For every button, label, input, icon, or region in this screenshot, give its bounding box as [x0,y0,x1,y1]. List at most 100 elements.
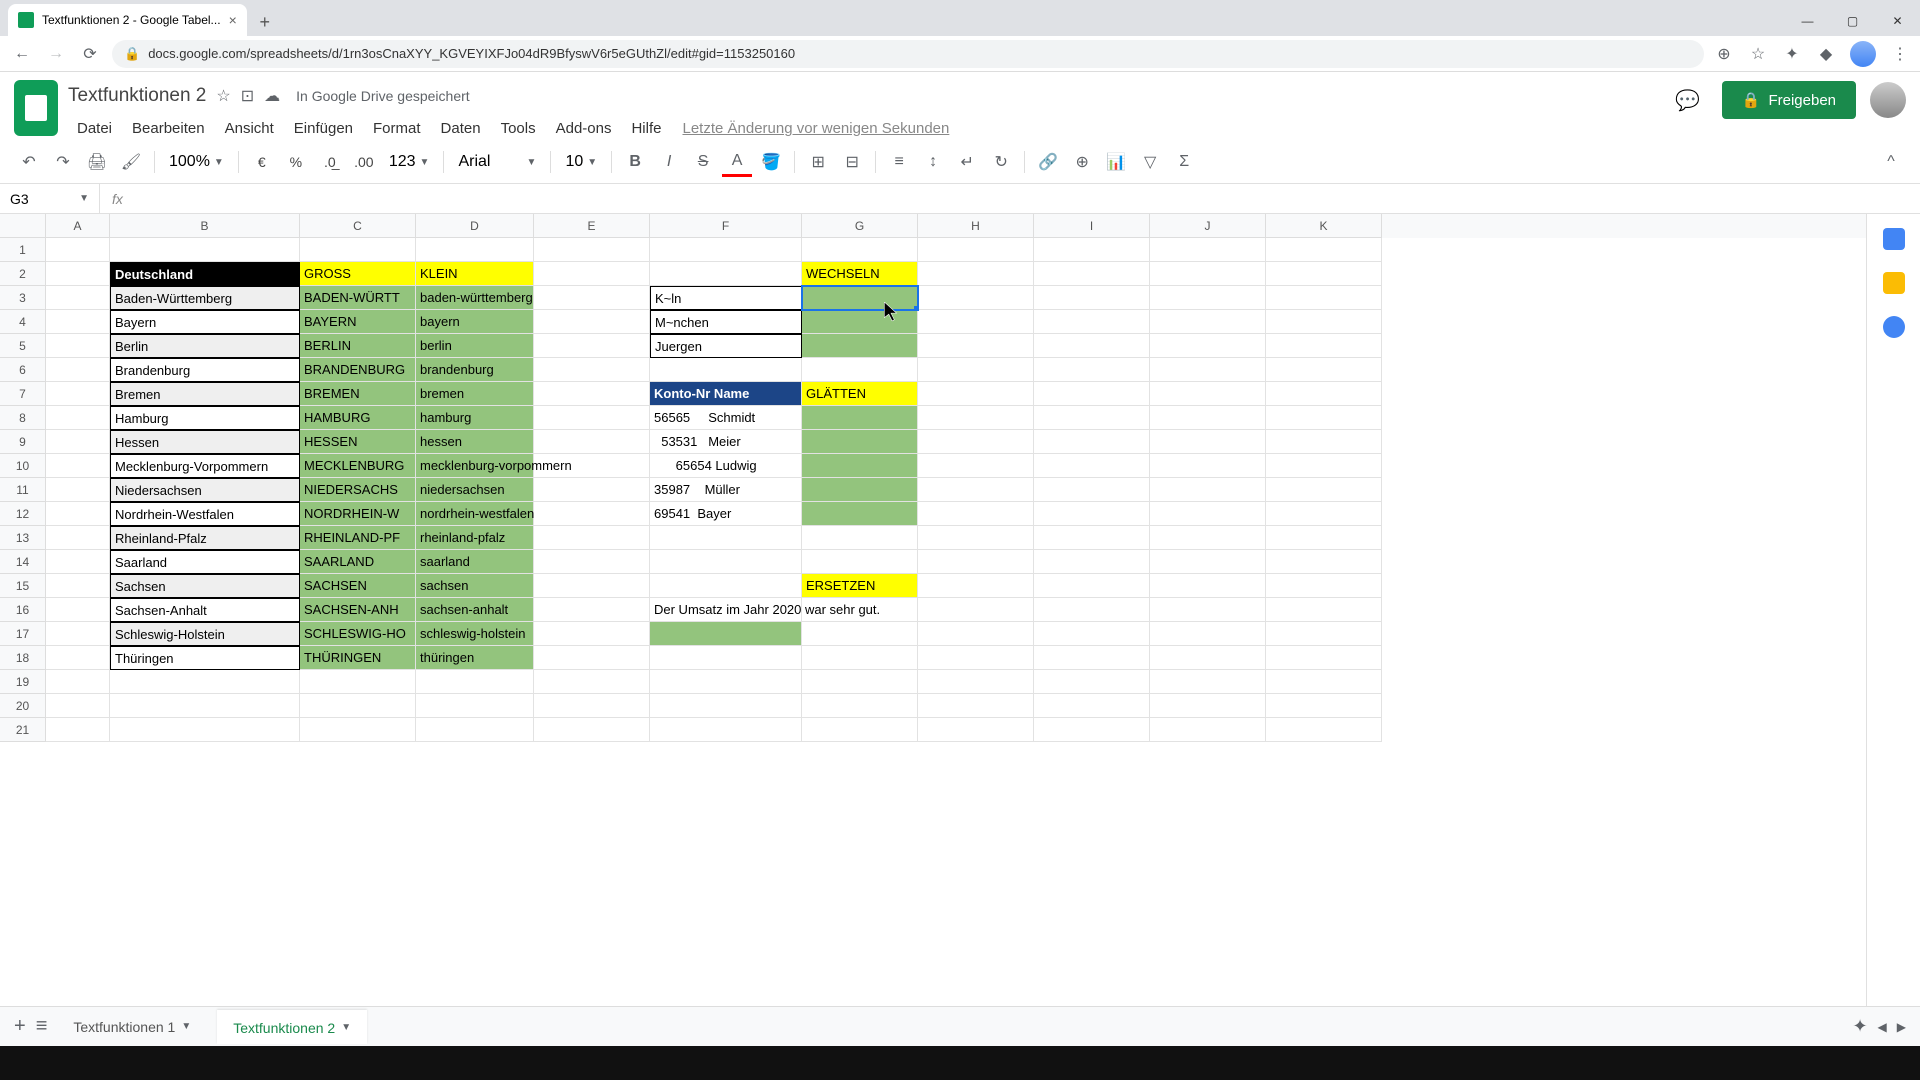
cell[interactable] [46,550,110,574]
cell[interactable]: Brandenburg [110,358,300,382]
col-header[interactable]: H [918,214,1034,238]
cell[interactable] [534,718,650,742]
cell[interactable] [802,622,918,646]
undo-button[interactable]: ↶ [14,147,44,177]
cell[interactable] [1034,670,1150,694]
cell[interactable] [802,358,918,382]
cell[interactable] [1266,454,1382,478]
cell[interactable] [1266,430,1382,454]
cell[interactable] [650,622,802,646]
col-header[interactable]: A [46,214,110,238]
cell[interactable] [918,310,1034,334]
cell[interactable] [1150,262,1266,286]
cell[interactable] [1150,478,1266,502]
cell[interactable] [802,310,918,334]
cell[interactable] [534,358,650,382]
maximize-button[interactable]: ▢ [1830,6,1875,36]
cell[interactable] [1266,718,1382,742]
chart-button[interactable]: 📊 [1101,147,1131,177]
cell[interactable]: WECHSELN [802,262,918,286]
functions-button[interactable]: Σ [1169,147,1199,177]
cell[interactable]: Mecklenburg-Vorpommern [110,454,300,478]
merge-button[interactable]: ⊟ [837,147,867,177]
cell[interactable] [802,454,918,478]
cell[interactable] [46,574,110,598]
cell[interactable]: SACHSEN [300,574,416,598]
browser-tab[interactable]: Textfunktionen 2 - Google Tabel... × [8,4,247,36]
forward-button[interactable]: → [44,42,68,66]
row-header[interactable]: 20 [0,694,46,718]
menu-einfuegen[interactable]: Einfügen [285,116,362,141]
cell[interactable] [46,622,110,646]
sheet-nav-right[interactable]: ▶ [1897,1020,1906,1034]
cell[interactable]: hessen [416,430,534,454]
row-header[interactable]: 7 [0,382,46,406]
cell[interactable] [1150,574,1266,598]
cell[interactable] [1266,502,1382,526]
cell[interactable] [1266,550,1382,574]
cell[interactable]: schleswig-holstein [416,622,534,646]
cell[interactable] [1034,502,1150,526]
cell[interactable] [650,550,802,574]
cell[interactable]: Berlin [110,334,300,358]
cell[interactable]: sachsen [416,574,534,598]
cell[interactable] [650,670,802,694]
cell[interactable] [46,502,110,526]
cell[interactable] [46,694,110,718]
cell[interactable] [416,718,534,742]
cell[interactable] [46,646,110,670]
cell[interactable]: KLEIN [416,262,534,286]
menu-datei[interactable]: Datei [68,116,121,141]
cell[interactable] [918,694,1034,718]
borders-button[interactable]: ⊞ [803,147,833,177]
cell[interactable]: Thüringen [110,646,300,670]
cell[interactable]: SCHLESWIG-HO [300,622,416,646]
zoom-icon[interactable]: ⊕ [1714,44,1734,64]
italic-button[interactable]: I [654,147,684,177]
cell[interactable]: brandenburg [416,358,534,382]
cell[interactable] [110,670,300,694]
cell[interactable]: Nordrhein-Westfalen [110,502,300,526]
row-header[interactable]: 10 [0,454,46,478]
cell[interactable]: hamburg [416,406,534,430]
cell[interactable] [650,358,802,382]
cell[interactable]: BADEN-WÜRTT [300,286,416,310]
comment-button[interactable]: ⊕ [1067,147,1097,177]
cell[interactable] [802,670,918,694]
cell[interactable] [1034,286,1150,310]
cell[interactable]: SACHSEN-ANH [300,598,416,622]
paint-format-button[interactable]: 🖌 [116,147,146,177]
cell[interactable] [416,670,534,694]
cell[interactable] [300,670,416,694]
cell[interactable] [650,238,802,262]
cell[interactable] [416,694,534,718]
cell[interactable] [110,694,300,718]
cell[interactable]: Sachsen-Anhalt [110,598,300,622]
cell[interactable]: Sachsen [110,574,300,598]
cell[interactable] [534,310,650,334]
cell[interactable]: BREMEN [300,382,416,406]
cell[interactable] [802,646,918,670]
cell[interactable] [918,574,1034,598]
cell[interactable] [918,478,1034,502]
cell[interactable]: SAARLAND [300,550,416,574]
cell[interactable] [46,334,110,358]
cell[interactable] [918,550,1034,574]
cell[interactable] [46,406,110,430]
col-header[interactable]: J [1150,214,1266,238]
name-box[interactable]: G3▼ [0,184,100,213]
menu-format[interactable]: Format [364,116,430,141]
cell[interactable]: 53531 Meier [650,430,802,454]
zoom-select[interactable]: 100%▼ [163,153,230,171]
cell[interactable] [110,238,300,262]
cell[interactable] [1150,598,1266,622]
cell[interactable] [534,478,650,502]
cell[interactable] [918,430,1034,454]
cell[interactable] [1034,622,1150,646]
close-window-button[interactable]: ✕ [1875,6,1920,36]
cell[interactable]: 69541 Bayer [650,502,802,526]
cell[interactable] [802,430,918,454]
col-header[interactable]: I [1034,214,1150,238]
cell[interactable] [46,478,110,502]
cell[interactable] [918,622,1034,646]
